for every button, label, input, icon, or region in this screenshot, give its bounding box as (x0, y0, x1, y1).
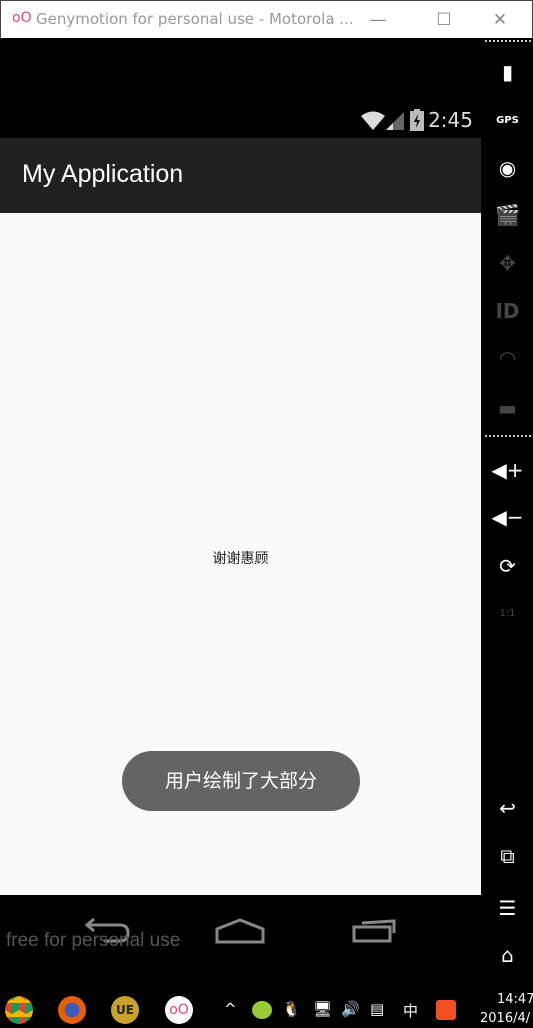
sms-widget-icon[interactable]: ▬ (482, 386, 533, 430)
device-id-widget-icon[interactable]: ID (482, 289, 533, 333)
window-title-bar: oO Genymotion for personal use - Motorol… (0, 0, 533, 38)
divider (485, 435, 531, 437)
clock-date[interactable]: 2016/4/ (480, 1011, 530, 1026)
recents-button-icon[interactable]: ⧉ (482, 834, 533, 878)
divider (485, 40, 531, 42)
capture-widget-icon[interactable]: 🎬 (482, 193, 533, 237)
window-title: Genymotion for personal use - Motorola .… (36, 10, 354, 28)
status-bar: 2:45 (0, 100, 481, 138)
clock-time[interactable]: 14:47 (497, 992, 533, 1007)
pixel-perfect-icon[interactable]: 1:1 (482, 591, 533, 635)
battery-charging-icon (410, 109, 424, 131)
watermark-text: free for personal use (6, 930, 181, 951)
360-icon[interactable] (252, 1001, 272, 1019)
genymotion-side-toolbar: ▮ GPS ◉ 🎬 ✥ ID ◠ ▬ ◀+ ◀− ⟳ 1:1 ↩ ⧉ ☰ ⌂ (482, 38, 533, 992)
genymotion-taskbar-icon[interactable]: oO (165, 996, 193, 1024)
battery-widget-icon[interactable]: ▮ (482, 50, 533, 94)
app-title: My Application (22, 160, 184, 188)
qq-icon[interactable]: 🐧 (282, 1000, 301, 1018)
action-center-icon[interactable]: ▤ (370, 1000, 384, 1018)
dpad-widget-icon[interactable]: ✥ (482, 241, 533, 285)
app-bar: My Application (0, 138, 481, 213)
sogou-icon[interactable] (436, 1000, 456, 1020)
app-content: 谢谢惠顾 用户绘制了大部分 (0, 213, 481, 895)
close-button[interactable]: ✕ (485, 7, 515, 33)
center-text: 谢谢惠顾 (212, 551, 269, 567)
status-time: 2:45 (428, 108, 473, 132)
webcam-widget-icon[interactable]: ◉ (482, 146, 533, 190)
id-label: ID (495, 299, 520, 323)
gps-label: GPS (496, 114, 519, 126)
back-button-icon[interactable]: ↩ (482, 786, 533, 830)
chrome-icon[interactable] (5, 996, 33, 1024)
show-hidden-icons[interactable]: ^ (224, 1000, 237, 1018)
volume-down-icon[interactable]: ◀− (482, 495, 533, 539)
toast-message: 用户绘制了大部分 (122, 751, 360, 811)
home-button-icon[interactable]: ⌂ (482, 933, 533, 977)
ime-indicator[interactable]: 中 (403, 1000, 418, 1021)
network-widget-icon[interactable]: ◠ (482, 336, 533, 380)
home-icon[interactable] (212, 915, 268, 945)
volume-up-icon[interactable]: ◀+ (482, 448, 533, 492)
windows-taskbar: UE oO ^ 🐧 🖥 🔊 ▤ 中 14:47 2016/4/ (0, 992, 533, 1028)
minimize-button[interactable]: — (363, 7, 393, 33)
genymotion-logo: oO (12, 10, 32, 26)
maximize-button[interactable]: ☐ (429, 7, 459, 33)
recents-icon[interactable] (350, 915, 402, 945)
ultraedit-icon[interactable]: UE (111, 996, 139, 1024)
wifi-icon (361, 111, 385, 130)
scale-label: 1:1 (499, 607, 516, 619)
signal-icon (386, 112, 404, 130)
menu-button-icon[interactable]: ☰ (482, 886, 533, 930)
volume-icon[interactable]: 🔊 (341, 1000, 360, 1018)
firefox-icon[interactable] (58, 996, 86, 1024)
gps-widget-icon[interactable]: GPS (482, 98, 533, 142)
network-icon[interactable]: 🖥 (313, 1000, 332, 1018)
rotate-icon[interactable]: ⟳ (482, 544, 533, 588)
